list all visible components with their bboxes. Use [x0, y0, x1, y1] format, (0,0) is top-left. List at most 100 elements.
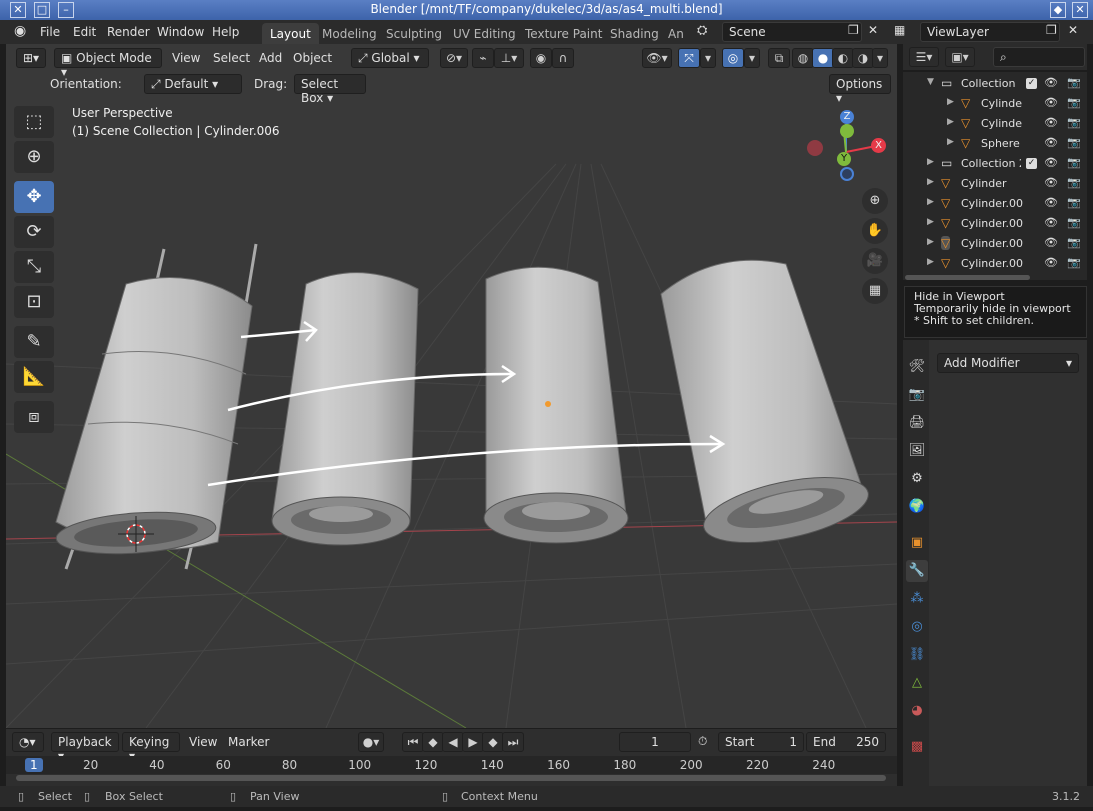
- annotate-tool-icon[interactable]: ✎: [14, 326, 54, 358]
- orientation-dropdown[interactable]: ⤢ Default ▾: [144, 74, 242, 94]
- render-visibility-camera-icon[interactable]: 📷: [1067, 136, 1081, 149]
- select-box-tool-icon[interactable]: ⬚: [14, 106, 54, 138]
- exclude-checkbox[interactable]: ✓: [1026, 158, 1037, 169]
- menu-render[interactable]: Render: [107, 25, 150, 39]
- exclude-checkbox[interactable]: ✓: [1026, 78, 1037, 89]
- menu-help[interactable]: Help: [212, 25, 239, 39]
- record-icon[interactable]: ●▾: [358, 732, 384, 752]
- tab-animation[interactable]: An: [660, 23, 692, 44]
- constraints-props-icon[interactable]: ⛓: [906, 644, 928, 666]
- shading-dropdown-icon[interactable]: ▾: [872, 48, 888, 68]
- view-layer-props-icon[interactable]: 🖼: [906, 440, 928, 462]
- material-shading-icon[interactable]: ◐: [832, 48, 854, 68]
- overlay-toggle-icon[interactable]: ◎: [722, 48, 744, 68]
- add-modifier-dropdown[interactable]: Add Modifier ▾: [937, 353, 1079, 373]
- expand-icon[interactable]: ▶: [947, 117, 954, 127]
- outliner-row[interactable]: ▶ ▽ Cylinder.00 👁 📷: [903, 254, 1087, 274]
- collapse-icon[interactable]: ▼: [927, 77, 934, 87]
- outliner-row[interactable]: ▶ ▽ Sphere 👁 📷: [903, 134, 1087, 154]
- zoom-icon[interactable]: ⊕: [862, 188, 888, 214]
- tab-modeling[interactable]: Modeling: [314, 23, 385, 44]
- expand-icon[interactable]: ▶: [927, 177, 934, 187]
- start-frame-field[interactable]: Start 1: [718, 732, 804, 752]
- transform-orientation-dropdown[interactable]: ⤢ Global ▾: [351, 48, 429, 68]
- camera-view-icon[interactable]: 🎥: [862, 248, 888, 274]
- visibility-icon[interactable]: 👁▾: [642, 48, 672, 68]
- falloff-icon[interactable]: ∩: [552, 48, 574, 68]
- render-visibility-camera-icon[interactable]: 📷: [1067, 116, 1081, 129]
- snap-target-icon[interactable]: ⊥▾: [494, 48, 524, 68]
- perspective-toggle-icon[interactable]: ▦: [862, 278, 888, 304]
- gizmo-toggle-icon[interactable]: ⤧: [678, 48, 700, 68]
- render-visibility-camera-icon[interactable]: 📷: [1067, 96, 1081, 109]
- outliner-row[interactable]: ▶ ▽ Cylinder 👁 📷: [903, 174, 1087, 194]
- gizmo-z-axis[interactable]: Z: [840, 110, 854, 124]
- blender-logo-icon[interactable]: ◉: [14, 23, 26, 39]
- render-visibility-camera-icon[interactable]: 📷: [1067, 216, 1081, 229]
- gizmo-x-axis[interactable]: X: [871, 138, 886, 153]
- output-props-icon[interactable]: 🖨: [906, 412, 928, 434]
- playback-menu[interactable]: Playback ▾: [51, 732, 119, 763]
- move-tool-icon[interactable]: ✥: [14, 181, 54, 213]
- 3d-viewport[interactable]: Z Y X ⊞▾ ▣ Object Mode ▾ View Select Add…: [6, 44, 897, 728]
- object-props-icon[interactable]: ▣: [906, 532, 928, 554]
- physics-props-icon[interactable]: ◎: [906, 616, 928, 638]
- close-window-right-icon[interactable]: ✕: [1072, 2, 1088, 18]
- expand-icon[interactable]: ▶: [927, 217, 934, 227]
- wireframe-shading-icon[interactable]: ◍: [792, 48, 814, 68]
- hide-in-viewport-eye-icon[interactable]: 👁: [1044, 176, 1058, 189]
- timeline[interactable]: ◔▾ Playback ▾ Keying ▾ View Marker ●▾ ⏮ …: [6, 729, 897, 786]
- hide-in-viewport-eye-icon[interactable]: 👁: [1044, 236, 1058, 249]
- tab-shading[interactable]: Shading: [602, 23, 667, 44]
- outliner-row[interactable]: ▶ ▭ Collection 2 ✓ 👁 📷: [903, 154, 1087, 174]
- menu-select[interactable]: Select: [213, 51, 250, 65]
- outliner-search-input[interactable]: ⌕: [993, 47, 1085, 67]
- timeline-view-menu[interactable]: View: [189, 735, 217, 749]
- shade-window-icon[interactable]: ◆: [1050, 2, 1066, 18]
- render-visibility-camera-icon[interactable]: 📷: [1067, 176, 1081, 189]
- tab-layout[interactable]: Layout: [262, 23, 319, 44]
- material-props-icon[interactable]: ◕: [906, 700, 928, 722]
- particles-props-icon[interactable]: ⁂: [906, 588, 928, 610]
- options-dropdown[interactable]: Options ▾: [829, 74, 891, 105]
- transform-tool-icon[interactable]: ⊡: [14, 286, 54, 318]
- outliner-row[interactable]: ▶ ▽ Cylinder.00 👁 📷: [903, 194, 1087, 214]
- timeline-editor-type-icon[interactable]: ◔▾: [12, 732, 44, 752]
- scene-icon[interactable]: ⛭: [697, 23, 707, 38]
- current-frame-field[interactable]: 1: [619, 732, 691, 752]
- scene-name-field[interactable]: Scene: [722, 22, 862, 42]
- menu-window[interactable]: Window: [157, 25, 204, 39]
- pivot-point-icon[interactable]: ⊘▾: [440, 48, 468, 68]
- overlay-dropdown-icon[interactable]: ▾: [744, 48, 760, 68]
- play-icon[interactable]: ▶: [462, 732, 484, 752]
- proportional-edit-icon[interactable]: ◉: [530, 48, 552, 68]
- viewport-scene[interactable]: [6, 44, 897, 728]
- jump-prev-key-icon[interactable]: ◆: [422, 732, 444, 752]
- editor-type-dropdown[interactable]: ⊞▾: [16, 48, 46, 68]
- end-frame-field[interactable]: End 250: [806, 732, 886, 752]
- measure-tool-icon[interactable]: 📐: [14, 361, 54, 393]
- jump-start-icon[interactable]: ⏮: [402, 732, 424, 752]
- outliner-row[interactable]: ▶ ▽ Cylinde 👁 📷: [903, 94, 1087, 114]
- marker-menu[interactable]: Marker: [228, 735, 269, 749]
- hide-in-viewport-eye-icon[interactable]: 👁: [1044, 76, 1058, 89]
- timeline-scrollbar[interactable]: [16, 775, 886, 781]
- gizmo-dropdown-icon[interactable]: ▾: [700, 48, 716, 68]
- menu-view[interactable]: View: [172, 51, 200, 65]
- hide-in-viewport-eye-icon[interactable]: 👁: [1044, 116, 1058, 129]
- xray-toggle-icon[interactable]: ⧉: [768, 48, 790, 68]
- frame-ruler[interactable]: 1 20 40 60 80 100 120 140 160 180 200 220 240: [6, 756, 897, 774]
- hide-in-viewport-eye-icon[interactable]: 👁: [1044, 156, 1058, 169]
- play-reverse-icon[interactable]: ◀: [442, 732, 464, 752]
- display-mode-icon[interactable]: ▣▾: [945, 47, 975, 67]
- menu-file[interactable]: File: [40, 25, 60, 39]
- keying-menu[interactable]: Keying ▾: [122, 732, 180, 763]
- new-scene-icon[interactable]: ❐: [848, 23, 859, 37]
- gizmo-y-axis[interactable]: Y: [837, 152, 851, 166]
- jump-next-key-icon[interactable]: ◆: [482, 732, 504, 752]
- delete-view-layer-icon[interactable]: ✕: [1068, 23, 1078, 37]
- outliner-row[interactable]: ▶ ▽ Cylinder.00 👁 📷: [903, 214, 1087, 234]
- hide-in-viewport-eye-icon[interactable]: 👁: [1044, 96, 1058, 109]
- hide-in-viewport-eye-icon[interactable]: 👁: [1044, 196, 1058, 209]
- view-layer-field[interactable]: ViewLayer: [920, 22, 1060, 42]
